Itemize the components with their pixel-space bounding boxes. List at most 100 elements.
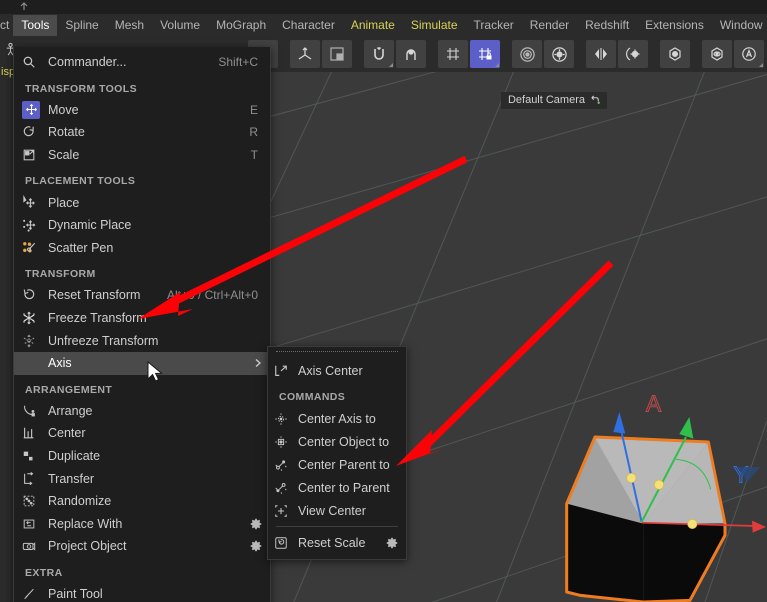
menu-item-transfer[interactable]: Transfer — [14, 467, 270, 490]
menubar-item-simulate[interactable]: Simulate — [403, 15, 466, 36]
menubar-item-mograph[interactable]: MoGraph — [208, 15, 274, 36]
visibility-icon[interactable] — [702, 40, 732, 68]
submenu-item-center-axis-to-label: Center Axis to — [298, 411, 376, 426]
submenu-item-center-to-parent[interactable]: Center to Parent — [268, 476, 406, 499]
gear-icon[interactable] — [250, 518, 262, 530]
annotation-a-icon[interactable] — [734, 40, 764, 68]
submenu-item-view-center-label: View Center — [298, 503, 366, 518]
arrange-icon — [22, 404, 48, 418]
menu-item-paint-tool[interactable]: Paint Tool — [14, 583, 270, 602]
application-window: Default Camera A Y ct Tools Spline Mesh … — [0, 0, 767, 602]
menu-item-commander[interactable]: Commander... Shift+C — [14, 51, 270, 74]
center-object-to-icon — [274, 435, 298, 449]
submenu-item-reset-scale[interactable]: Reset Scale — [268, 531, 406, 554]
menubar-item-clipped[interactable]: ct — [0, 15, 13, 36]
menu-item-place[interactable]: Place — [14, 191, 270, 214]
axis-submenu[interactable]: Axis Center COMMANDS Center Axis to Cent… — [267, 346, 407, 560]
menubar-item-render[interactable]: Render — [522, 15, 577, 36]
submenu-item-center-to-parent-label: Center to Parent — [298, 480, 390, 495]
menu-item-replace-with[interactable]: Replace With — [14, 513, 270, 536]
tools-dropdown-menu[interactable]: Commander... Shift+C TRANSFORM TOOLS Mov… — [13, 47, 271, 602]
center-to-parent-icon — [274, 481, 298, 495]
menu-item-dynamic-place[interactable]: Dynamic Place — [14, 214, 270, 237]
gear-icon[interactable] — [386, 537, 398, 549]
menubar-item-redshift[interactable]: Redshift — [577, 15, 637, 36]
snap-settings-icon[interactable] — [396, 40, 426, 68]
menu-item-randomize[interactable]: Randomize — [14, 490, 270, 513]
render-settings-icon[interactable] — [544, 40, 574, 68]
search-icon — [22, 55, 48, 69]
menubar-item-volume[interactable]: Volume — [152, 15, 208, 36]
transfer-icon — [22, 471, 48, 486]
menu-item-rotate-label: Rotate — [48, 125, 85, 140]
project-object-icon — [22, 539, 48, 553]
place-icon — [22, 195, 48, 210]
section-header-transform-tools: TRANSFORM TOOLS — [25, 82, 137, 95]
duplicate-icon — [22, 449, 48, 463]
move-icon — [22, 100, 48, 119]
move-axis-icon[interactable] — [290, 40, 320, 68]
menu-item-axis[interactable]: Axis — [14, 351, 270, 375]
menubar-item-window[interactable]: Window — [712, 15, 767, 36]
menu-item-axis-label: Axis — [48, 356, 72, 371]
workplane-grid-icon[interactable] — [438, 40, 468, 68]
menu-item-rotate[interactable]: Rotate R — [14, 121, 270, 144]
section-header-arrangement: ARRANGEMENT — [25, 383, 113, 396]
submenu-item-center-axis-to[interactable]: Center Axis to — [268, 407, 406, 430]
submenu-item-axis-center-label: Axis Center — [298, 363, 363, 378]
symmetry-settings-icon[interactable] — [618, 40, 648, 68]
menu-item-arrange-label: Arrange — [48, 403, 93, 418]
menu-item-commander-shortcut: Shift+C — [218, 55, 258, 70]
menu-item-arrange[interactable]: Arrange — [14, 400, 270, 423]
menu-item-freeze-transform[interactable]: Freeze Transform — [14, 307, 270, 330]
section-header-placement-tools: PLACEMENT TOOLS — [25, 175, 136, 188]
cube-object[interactable]: A Y — [560, 372, 767, 602]
reset-transform-icon — [22, 288, 48, 302]
menu-item-scatter-pen[interactable]: Scatter Pen — [14, 237, 270, 260]
render-view-icon[interactable] — [512, 40, 542, 68]
menubar-item-mesh[interactable]: Mesh — [107, 15, 152, 36]
menu-item-freeze-transform-label: Freeze Transform — [48, 311, 147, 326]
menu-item-scale-label: Scale — [48, 148, 80, 163]
submenu-item-center-object-to[interactable]: Center Object to — [268, 430, 406, 453]
menu-bar[interactable]: ct Tools Spline Mesh Volume MoGraph Char… — [0, 14, 767, 36]
axis-center-icon — [274, 364, 298, 378]
center-axis-to-icon — [274, 412, 298, 426]
section-header-transform: TRANSFORM — [25, 268, 96, 281]
deformer-icon[interactable] — [660, 40, 690, 68]
menu-item-center[interactable]: Center — [14, 422, 270, 445]
snap-magnet-icon[interactable] — [364, 40, 394, 68]
menu-item-paint-tool-label: Paint Tool — [48, 586, 103, 601]
submenu-item-view-center[interactable]: View Center — [268, 499, 406, 522]
menu-item-move-shortcut: E — [249, 102, 258, 117]
menu-item-unfreeze-transform[interactable]: Unfreeze Transform — [14, 329, 270, 352]
scale-icon[interactable] — [322, 40, 352, 68]
submenu-item-center-parent-to[interactable]: Center Parent to — [268, 453, 406, 476]
workplane-lock-icon[interactable] — [470, 40, 500, 68]
menu-item-center-label: Center — [48, 426, 86, 441]
menubar-item-tools[interactable]: Tools — [13, 14, 58, 36]
menubar-item-tracker[interactable]: Tracker — [466, 15, 522, 36]
menu-item-reset-transform-shortcut: Alt+0 / Ctrl+Alt+0 — [166, 288, 258, 303]
menu-item-scale[interactable]: Scale T — [14, 144, 270, 167]
title-bar — [0, 0, 767, 14]
menu-item-move[interactable]: Move E — [14, 99, 270, 122]
camera-label[interactable]: Default Camera — [500, 92, 607, 109]
camera-link-icon[interactable] — [590, 95, 601, 106]
menu-item-duplicate[interactable]: Duplicate — [14, 445, 270, 468]
symmetry-icon[interactable] — [586, 40, 616, 68]
menu-item-project-object[interactable]: Project Object — [14, 535, 270, 558]
submenu-item-axis-center[interactable]: Axis Center — [268, 359, 406, 382]
menubar-item-extensions[interactable]: Extensions — [637, 15, 712, 36]
menu-item-scale-shortcut: T — [250, 148, 258, 163]
menubar-item-animate[interactable]: Animate — [343, 15, 403, 36]
center-parent-to-icon — [274, 458, 298, 472]
gear-icon[interactable] — [250, 540, 262, 552]
menubar-item-character[interactable]: Character — [274, 15, 343, 36]
menu-item-randomize-label: Randomize — [48, 494, 112, 509]
submenu-item-reset-scale-label: Reset Scale — [298, 535, 366, 550]
menubar-item-spline[interactable]: Spline — [57, 15, 106, 36]
menu-item-reset-transform[interactable]: Reset Transform Alt+0 / Ctrl+Alt+0 — [14, 284, 270, 307]
freeze-transform-icon — [22, 311, 48, 325]
submenu-drag-handle[interactable] — [276, 351, 398, 356]
